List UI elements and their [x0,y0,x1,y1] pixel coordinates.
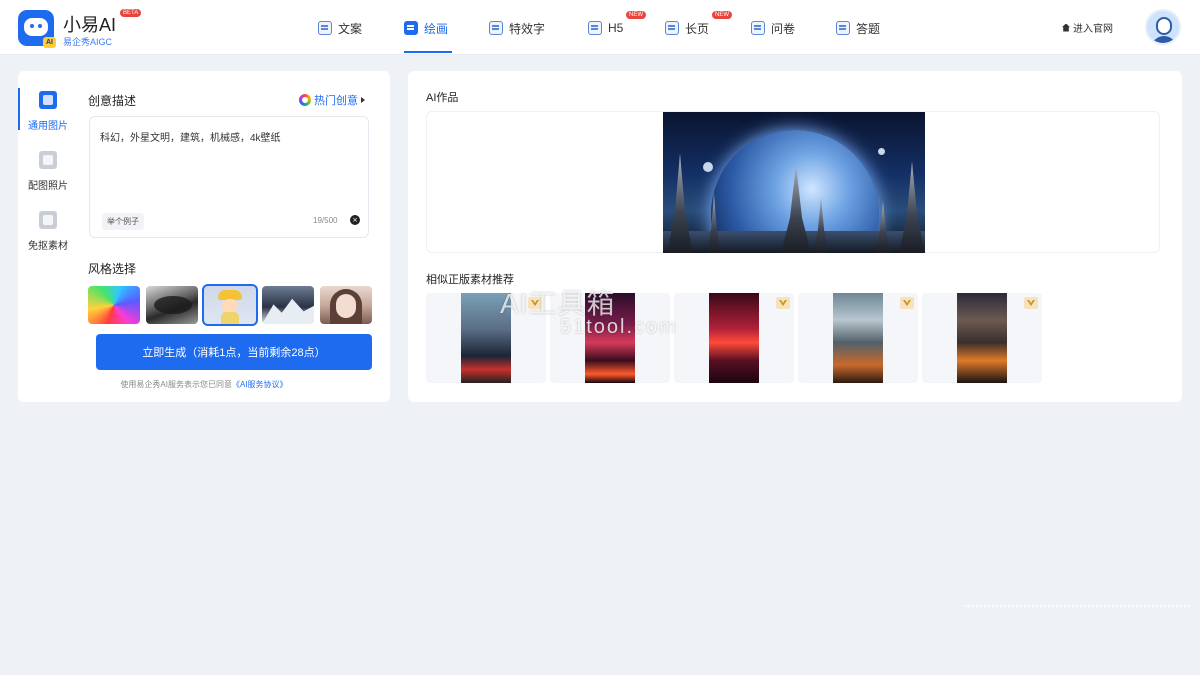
sidebar-item-general-image[interactable]: 通用图片 [18,91,78,139]
nav-tab-quiz[interactable]: 答题 [836,17,880,39]
avatar-body-icon [1151,36,1177,43]
beta-badge: BETA [120,9,142,17]
result-panel: AI作品 相似正版素材推荐 [408,71,1182,402]
photo-icon [39,151,57,169]
spire-shape [667,153,693,253]
agreement-link[interactable]: 《AI服务协议》 [232,380,288,389]
robot-eye-icon [30,24,34,28]
nav-tab-label: 问卷 [771,21,796,36]
body-icon [221,312,239,324]
face-icon [336,294,356,318]
nav-tab-painting[interactable]: 绘画 [404,17,448,39]
bird-icon [154,296,192,314]
recommend-image [709,293,759,383]
style-option-rainbow[interactable] [88,286,140,324]
sidebar-item-label: 免抠素材 [28,241,68,252]
robot-eye-icon [38,24,42,28]
top-header: AI 小易AI BETA 易企秀AIGC 文案 绘画 特效字 H5 NEW 长页… [0,0,1200,55]
generate-button[interactable]: 立即生成（消耗1点，当前剩余28点） [96,334,372,370]
recommend-image [957,293,1007,383]
create-panel: 通用图片 配图照片 免抠素材 创意描述 热门创意 科幻，外星文明，建筑，机械感，… [18,71,390,402]
sidebar-item-label: 通用图片 [28,121,68,132]
logo-icon[interactable]: AI [18,10,56,48]
new-badge: NEW [626,11,646,19]
active-tab-indicator [404,51,452,53]
hot-ideas-link[interactable]: 热门创意 [299,92,365,108]
home-icon [1062,23,1070,32]
char-counter: 19/500 [313,216,338,225]
paint-icon [404,21,418,35]
prompt-box: 科幻，外星文明，建筑，机械感，4k壁纸 举个例子 19/500 × [89,116,369,238]
moon-icon [703,162,713,172]
divider [965,605,1190,607]
nav-tab-h5[interactable]: H5 [588,17,623,39]
style-option-black-white[interactable] [146,286,198,324]
recommend-image [833,293,883,383]
enter-site-label: 进入官网 [1073,24,1113,35]
color-ring-icon [299,94,311,106]
clear-icon[interactable]: × [350,215,360,225]
sidebar-item-cutout[interactable]: 免抠素材 [18,211,78,259]
nav-tab-copywriting[interactable]: 文案 [318,17,362,39]
user-avatar[interactable] [1145,9,1181,45]
avatar-head-icon [1156,17,1172,35]
new-badge: NEW [712,11,732,19]
nav-tab-label: H5 [608,21,624,35]
mountain-icon [262,298,314,324]
ai-badge: AI [43,37,56,48]
document-icon [318,21,332,35]
enter-site-link[interactable]: 进入官网 [1062,20,1113,35]
nav-tab-label: 长页 [685,21,710,36]
robot-face-icon [24,18,48,36]
nav-tab-label: 答题 [856,21,881,36]
spire-shape [899,161,925,253]
prompt-input[interactable]: 科幻，外星文明，建筑，机械感，4k壁纸 [100,129,360,209]
sidebar-item-label: 配图照片 [28,181,68,192]
brand-name[interactable]: 小易AI [63,11,116,37]
style-option-cute-3d[interactable] [202,284,258,326]
watermark-url: 51tool.com [560,316,678,338]
brand-subtitle: 易企秀AIGC [63,37,113,47]
long-page-icon [665,21,679,35]
nav-tab-effect-text[interactable]: 特效字 [489,17,545,39]
agreement-prefix: 使用易企秀AI服务表示您已同意 [120,380,232,389]
style-option-mountain[interactable] [262,286,314,324]
result-title: AI作品 [426,92,459,104]
survey-icon [751,21,765,35]
quiz-icon [836,21,850,35]
vip-crown-icon [900,297,914,309]
nav-tab-long-page[interactable]: 长页 [665,17,709,39]
creative-title: 创意描述 [88,94,137,108]
example-button[interactable]: 举个例子 [102,213,144,230]
cutout-icon [39,211,57,229]
image-icon [39,91,57,109]
recommend-card[interactable] [798,293,918,383]
generated-image[interactable] [663,112,925,253]
nav-tab-label: 绘画 [424,21,449,36]
h5-icon [588,21,602,35]
vip-crown-icon [1024,297,1038,309]
face-icon [222,299,238,313]
nav-tab-survey[interactable]: 问卷 [751,17,795,39]
text-effect-icon [489,21,503,35]
recommend-card[interactable] [922,293,1042,383]
moon-icon [878,148,885,155]
style-title: 风格选择 [88,262,137,276]
style-option-portrait[interactable] [320,286,372,324]
result-frame [426,111,1160,253]
sidebar-item-photo[interactable]: 配图照片 [18,151,78,199]
agreement-text: 使用易企秀AI服务表示您已同意《AI服务协议》 [18,379,390,390]
vip-crown-icon [776,297,790,309]
hot-ideas-label: 热门创意 [314,95,358,107]
recommend-card[interactable] [674,293,794,383]
chevron-right-icon [361,97,365,103]
nav-tab-label: 特效字 [509,21,546,36]
nav-tab-label: 文案 [338,21,363,36]
